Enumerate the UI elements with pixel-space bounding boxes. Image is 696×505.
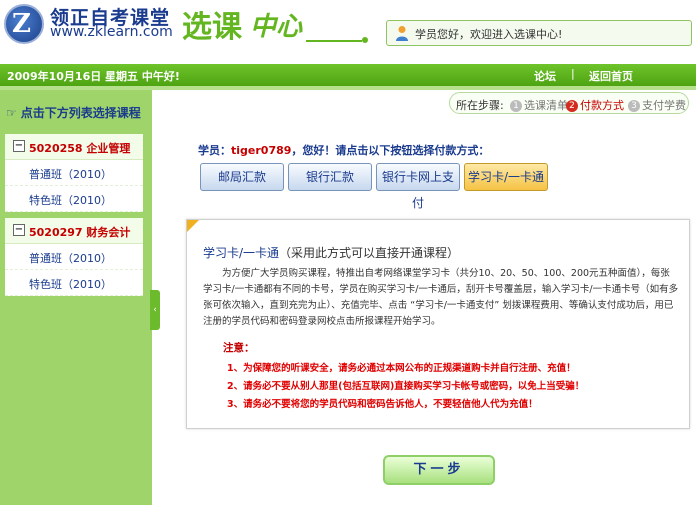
welcome-box: 学员您好，欢迎进入选课中心! <box>386 20 692 46</box>
bank-remittance-button[interactable]: 银行汇款 <box>288 163 372 191</box>
sidebar: ☞ 点击下方列表选择课程 − 5020258 企业管理 普通班（2010） 特色班… <box>0 90 152 505</box>
next-step-button[interactable]: 下一步 <box>383 455 495 485</box>
pointing-hand-icon: ☞ <box>6 106 17 120</box>
title-underline <box>306 40 362 42</box>
date-text: 2009年10月16日 星期五 中午好! <box>7 70 180 83</box>
notice-item: 2、请务必不要从别人那里(包括互联网)直接购买学习卡帐号或密码，以免上当受骗！ <box>227 381 585 392</box>
logo-icon: Z <box>4 4 44 44</box>
nav-separator: | <box>571 67 575 80</box>
step-indicator: 所在步骤: 1 选课清单 2 付款方式 3 支付学费 <box>449 92 689 114</box>
course-item[interactable]: 普通班（2010） <box>5 160 143 186</box>
card-title: 学习卡/一卡通（采用此方式可以直接开通课程） <box>203 246 460 260</box>
course-item[interactable]: 特色班（2010） <box>5 186 143 212</box>
notice-item: 3、请务必不要将您的学员代码和密码告诉他人，不要轻信他人代为充值！ <box>227 399 538 410</box>
notice-title: 注意： <box>223 342 255 354</box>
card-description: 为方便广大学员购买课程，特推出自考网络课堂学习卡（共分10、20、50、100、… <box>203 268 679 327</box>
course-item[interactable]: 普通班（2010） <box>5 244 143 270</box>
welcome-text: 学员您好，欢迎进入选课中心! <box>415 28 563 41</box>
header: Z 领正自考课堂 www.zklearn.com 选课 中心 学员您好，欢迎进入… <box>0 0 696 64</box>
collapse-minus-icon[interactable]: − <box>13 140 25 152</box>
sidebar-toggle-chevron-icon[interactable]: ‹ <box>150 290 160 330</box>
page-title: 选课 <box>182 10 242 45</box>
nav-bar: 2009年10月16日 星期五 中午好! 论坛 | 返回首页 <box>0 64 696 86</box>
step-2: 2 付款方式 <box>566 97 624 113</box>
sidebar-title: ☞ 点击下方列表选择课程 <box>6 106 141 120</box>
collapse-minus-icon[interactable]: − <box>13 224 25 236</box>
course-group-enterprise: − 5020258 企业管理 普通班（2010） 特色班（2010） <box>5 134 143 212</box>
step-label: 所在步骤: <box>456 99 504 112</box>
course-group-header[interactable]: − 5020297 财务会计 <box>5 218 143 244</box>
payment-prompt: 学员：tiger0789，您好！请点击以下按钮选择付款方式： <box>198 144 490 157</box>
user-icon <box>396 26 408 41</box>
course-group-accounting: − 5020297 财务会计 普通班（2010） 特色班（2010） <box>5 218 143 296</box>
card-corner-decoration <box>187 220 199 232</box>
course-group-header[interactable]: − 5020258 企业管理 <box>5 134 143 160</box>
online-bank-card-button[interactable]: 银行卡网上支付 <box>376 163 460 210</box>
username: tiger0789 <box>231 144 292 157</box>
notice-item: 1、为保障您的听课安全，请务必通过本网公布的正规渠道购卡并自行注册、充值！ <box>227 363 576 374</box>
course-item[interactable]: 特色班（2010） <box>5 270 143 296</box>
home-link[interactable]: 返回首页 <box>589 68 633 84</box>
title-dot <box>362 37 368 43</box>
forum-link[interactable]: 论坛 <box>534 68 556 84</box>
logo-url: www.zklearn.com <box>50 24 173 40</box>
payment-info-card: 学习卡/一卡通（采用此方式可以直接开通课程） 为方便广大学员购买课程，特推出自考… <box>186 219 690 429</box>
study-card-button[interactable]: 学习卡/一卡通 <box>464 163 548 191</box>
postal-remittance-button[interactable]: 邮局汇款 <box>200 163 284 191</box>
step-3: 3 支付学费 <box>628 97 686 113</box>
step-1: 1 选课清单 <box>510 97 568 113</box>
page-title-sub: 中心 <box>250 12 303 42</box>
